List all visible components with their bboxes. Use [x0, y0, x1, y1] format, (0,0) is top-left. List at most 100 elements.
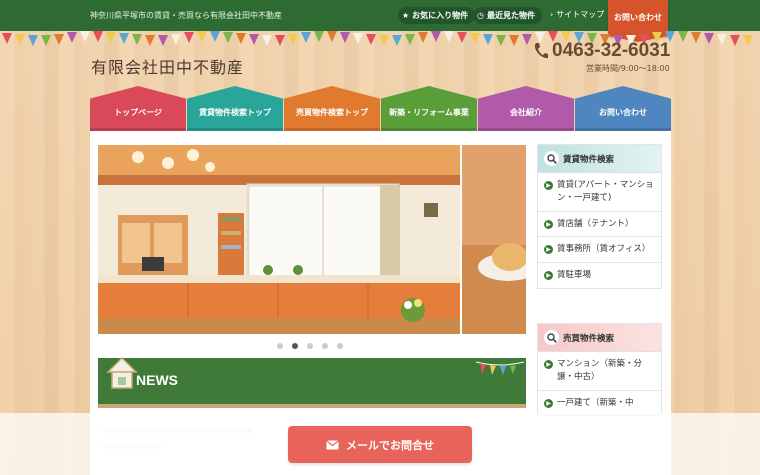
slider-dot[interactable] [337, 343, 343, 349]
bunting-flag [691, 31, 701, 43]
mail-contact-button[interactable]: メールでお問合せ [288, 426, 472, 463]
chevron-right-icon: ▶ [544, 398, 553, 408]
bunting-flag [301, 32, 311, 44]
bunting-flag [236, 33, 246, 45]
magnifier-icon [544, 330, 559, 345]
bunting-flag [366, 34, 376, 46]
rent-search-heading: 賃貸物件検索 [538, 145, 661, 173]
nav-label: トップページ [114, 107, 162, 117]
nav-new-build-reform[interactable]: 新築・リフォーム事業 [381, 86, 477, 131]
bunting-flag [158, 34, 168, 46]
bunting-flag [483, 34, 493, 46]
rent-heading-label: 賃貸物件検索 [563, 154, 615, 165]
rent-item-label: 賃事務所（賃オフィス） [557, 244, 651, 255]
sale-search-box: 売買物件検索 ▶ マンション（新築・分譲・中古） ▶ 一戸建て（新築・中 [537, 323, 662, 417]
bunting-flag [119, 33, 129, 45]
nav-top[interactable]: トップページ [90, 86, 186, 131]
slider-dot[interactable] [307, 343, 313, 349]
bunting-flag [457, 31, 467, 43]
slider-dot[interactable] [277, 343, 283, 349]
main-nav: トップページ 賃貸物件検索トップ 売買物件検索トップ 新築・リフォーム事業 会社… [90, 86, 671, 131]
bunting-flag [444, 31, 454, 43]
nav-contact[interactable]: お問い合わせ [575, 86, 671, 131]
business-hours: 営業時間/9:00～18:00 [586, 64, 670, 73]
rent-item-office[interactable]: ▶ 賃事務所（賃オフィス） [538, 237, 661, 263]
bunting-flag [15, 34, 25, 46]
bunting-flag [340, 31, 350, 43]
bunting-flag [93, 31, 103, 43]
bunting-flag [288, 33, 298, 45]
bunting-flag [262, 34, 272, 46]
chevron-right-icon: › [550, 10, 554, 19]
star-icon: ★ [402, 11, 410, 20]
slider-dot[interactable] [292, 343, 298, 349]
bunting-flag [132, 34, 142, 46]
hero-slider[interactable] [98, 145, 526, 334]
bunting-flag [54, 33, 64, 45]
bunting-flag [145, 34, 155, 46]
favorites-button[interactable]: ★ お気に入り物件 [398, 7, 476, 24]
phone-icon [534, 43, 548, 59]
news-board: NEWS [98, 356, 526, 408]
bunting-flag [717, 34, 727, 46]
slider-dot[interactable] [322, 343, 328, 349]
nav-label: 新築・リフォーム事業 [389, 107, 469, 117]
bunting-flag [353, 33, 363, 45]
nav-label: お問い合わせ [599, 107, 647, 117]
bunting-flag [405, 33, 415, 45]
rent-item-label: 賃貸(アパート・マンション・一戸建て) [557, 180, 654, 203]
rent-search-box: 賃貸物件検索 ▶ 賃貸(アパート・マンション・一戸建て) ▶ 賃店舗（テナント）… [537, 144, 662, 289]
recent-label: 最近見た物件 [486, 11, 535, 20]
mail-button-label: メールでお問合せ [346, 438, 434, 452]
rent-item-store[interactable]: ▶ 賃店舗（テナント） [538, 212, 661, 238]
news-title: NEWS [136, 372, 178, 388]
bunting-flag [41, 34, 51, 46]
bunting-flag [743, 34, 753, 46]
chevron-right-icon: ▶ [544, 271, 553, 280]
bunting-flag [106, 31, 116, 43]
sale-search-heading: 売買物件検索 [538, 324, 661, 352]
nav-label: 賃貸物件検索トップ [199, 107, 271, 117]
sitemap-link[interactable]: › サイトマップ [550, 9, 604, 20]
bunting-flag [522, 33, 532, 45]
favorites-label: お気に入り物件 [412, 11, 469, 20]
site-title[interactable]: 有限会社田中不動産 [91, 54, 244, 78]
news-bunting-decoration [476, 361, 524, 375]
rent-item-label: 賃駐車場 [557, 270, 592, 280]
nav-rent-search[interactable]: 賃貸物件検索トップ [187, 86, 283, 131]
sale-item-label: マンション（新築・分譲・中古） [557, 359, 643, 382]
bunting-flag [210, 31, 220, 43]
bunting-flag [327, 31, 337, 43]
envelope-icon [326, 439, 339, 449]
chevron-right-icon: ▶ [544, 245, 553, 255]
contact-tab-label: お問い合わせ [614, 13, 662, 22]
bunting-flag [197, 31, 207, 43]
nav-label: 会社紹介 [510, 107, 542, 117]
bunting-flag [184, 32, 194, 44]
recent-button[interactable]: ◷ 最近見た物件 [473, 7, 542, 24]
rent-item-apartment[interactable]: ▶ 賃貸(アパート・マンション・一戸建て) [538, 173, 661, 212]
sale-heading-label: 売買物件検索 [563, 333, 615, 344]
bunting-flag [431, 31, 441, 43]
magnifier-icon [544, 151, 559, 166]
clock-icon: ◷ [477, 11, 484, 20]
sale-item-mansion[interactable]: ▶ マンション（新築・分譲・中古） [538, 352, 661, 391]
sale-item-label: 一戸建て（新築・中 [557, 397, 634, 408]
chevron-right-icon: ▶ [544, 219, 553, 229]
bunting-flag [730, 34, 740, 46]
bunting-flag [67, 32, 77, 44]
bunting-flag [249, 34, 259, 46]
nav-company[interactable]: 会社紹介 [478, 86, 574, 131]
bunting-flag [678, 31, 688, 43]
bunting-flag [171, 33, 181, 45]
bunting-flag [704, 33, 714, 45]
bunting-flag [418, 32, 428, 44]
bunting-flag [275, 34, 285, 46]
bunting-flag [223, 31, 233, 43]
rent-item-parking[interactable]: ▶ 賃駐車場 [538, 263, 661, 288]
bunting-flag [2, 33, 12, 44]
sale-item-house[interactable]: ▶ 一戸建て（新築・中 [538, 391, 661, 416]
bunting-flag [28, 34, 38, 46]
bunting-flag [496, 34, 506, 46]
nav-sale-search[interactable]: 売買物件検索トップ [284, 86, 380, 131]
